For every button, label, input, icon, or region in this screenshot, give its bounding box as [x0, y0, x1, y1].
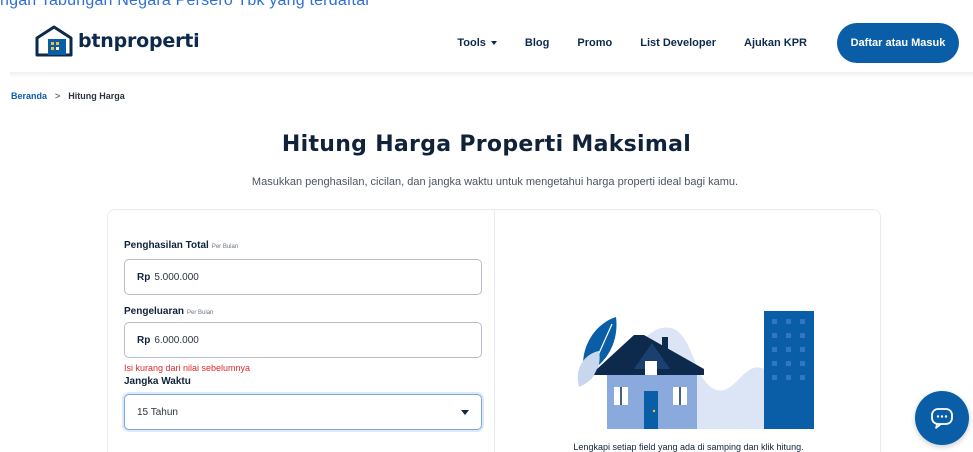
top-text-fragment: ngan Tabungan Negara Persero Tbk yang te… — [0, 0, 371, 9]
navbar: btnproperti Tools Blog Promo List Develo… — [0, 14, 973, 72]
breadcrumb-current: Hitung Harga — [68, 91, 125, 101]
login-register-button[interactable]: Daftar atau Masuk — [837, 23, 959, 63]
chat-bubble-icon — [931, 408, 953, 429]
expense-input[interactable]: Rp 6.000.000 — [124, 322, 482, 358]
term-label: Jangka Waktu — [124, 376, 191, 387]
chevron-right-icon: > — [55, 91, 61, 101]
expense-label-text: Pengeluaran — [124, 306, 185, 317]
nav-blog[interactable]: Blog — [525, 37, 549, 49]
income-label-suffix: Per Bulan — [211, 244, 239, 250]
nav-ajukan-kpr[interactable]: Ajukan KPR — [744, 37, 807, 49]
expense-value: 6.000.000 — [154, 334, 199, 346]
page-subtitle: Masukkan penghasilan, cicilan, dan jangk… — [251, 176, 739, 188]
income-input[interactable]: Rp 5.000.000 — [124, 259, 482, 295]
chat-button[interactable] — [915, 391, 969, 445]
nav-tools-label: Tools — [457, 37, 486, 49]
expense-label-suffix: Per Bulan — [187, 310, 214, 316]
card-divider — [494, 210, 495, 452]
expense-error-message: Isi kurang dari nilai sebelumnya — [124, 363, 251, 373]
page-title: Hitung Harga Properti Maksimal — [281, 132, 692, 157]
brand-name: btnproperti — [78, 30, 200, 52]
income-currency: Rp — [137, 271, 151, 283]
income-value: 5.000.000 — [154, 271, 199, 283]
income-label-text: Penghasilan Total — [124, 240, 209, 251]
brand-logo[interactable]: btnproperti — [34, 24, 200, 58]
nav-links: Tools Blog Promo List Developer Ajukan K… — [457, 14, 973, 72]
breadcrumb: Beranda > Hitung Harga — [11, 91, 125, 101]
term-select[interactable]: 15 Tahun — [124, 394, 482, 430]
income-label: Penghasilan Total Per Bulan — [124, 240, 238, 251]
term-selected-value: 15 Tahun — [137, 406, 178, 418]
expense-label: Pengeluaran Per Bulan — [124, 306, 213, 317]
nav-promo[interactable]: Promo — [577, 37, 612, 49]
illustration-caption: Lengkapi setiap field yang ada di sampin… — [573, 442, 804, 452]
calculator-card: Penghasilan Total Per Bulan Rp 5.000.000 … — [107, 209, 881, 452]
breadcrumb-home-link[interactable]: Beranda — [11, 91, 47, 101]
nav-tools-dropdown[interactable]: Tools — [457, 37, 497, 49]
chevron-down-icon — [461, 410, 469, 415]
house-illustration — [577, 311, 814, 429]
navbar-divider — [10, 72, 973, 78]
nav-list-developer[interactable]: List Developer — [640, 37, 716, 49]
expense-currency: Rp — [137, 334, 151, 346]
chevron-down-icon — [490, 41, 497, 45]
house-logo-icon — [35, 25, 73, 57]
